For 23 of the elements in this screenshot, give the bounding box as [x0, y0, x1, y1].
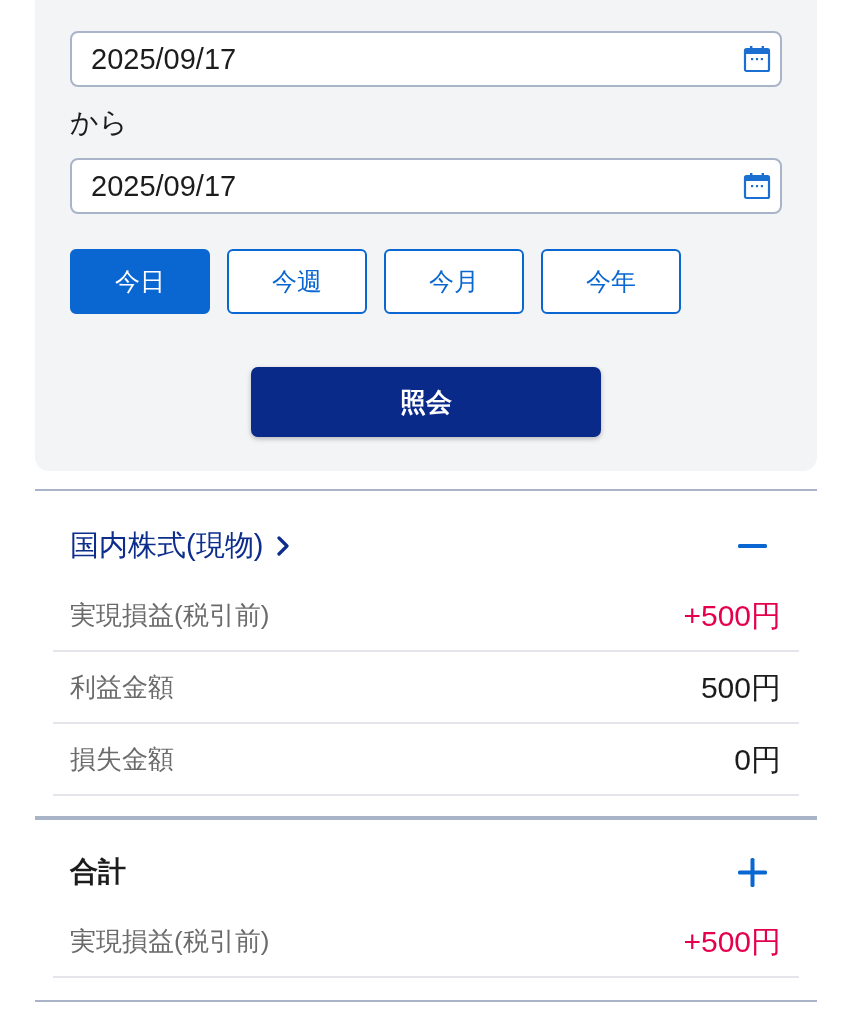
period-button[interactable]: 今月	[384, 249, 524, 314]
row-label: 損失金額	[70, 742, 174, 776]
calendar-icon[interactable]	[743, 45, 771, 73]
range-separator-label: から	[70, 108, 128, 137]
period-button[interactable]: 今週	[227, 249, 367, 314]
row-value: +500円	[683, 597, 781, 634]
row-label: 実現損益(税引前)	[70, 598, 270, 632]
plus-icon[interactable]	[738, 857, 767, 887]
row-label: 利益金額	[70, 670, 174, 704]
date-field[interactable]: 2025/09/17	[70, 31, 782, 87]
calendar-icon[interactable]	[743, 172, 771, 200]
section-title-link[interactable]: 国内株式(現物)	[70, 523, 290, 568]
minus-icon[interactable]	[738, 543, 767, 548]
period-button[interactable]: 今年	[541, 249, 681, 314]
query-button[interactable]: 照会	[251, 367, 601, 437]
row-value: 500円	[700, 669, 781, 706]
row-value: +500円	[683, 923, 781, 960]
row-label: 実現損益(税引前)	[70, 924, 270, 958]
row-value: 0円	[734, 741, 781, 778]
period-button[interactable]: 今日	[70, 249, 210, 314]
date-field[interactable]: 2025/09/17	[70, 158, 782, 214]
chevron-right-icon	[277, 535, 290, 556]
section-title: 合計	[70, 855, 126, 889]
